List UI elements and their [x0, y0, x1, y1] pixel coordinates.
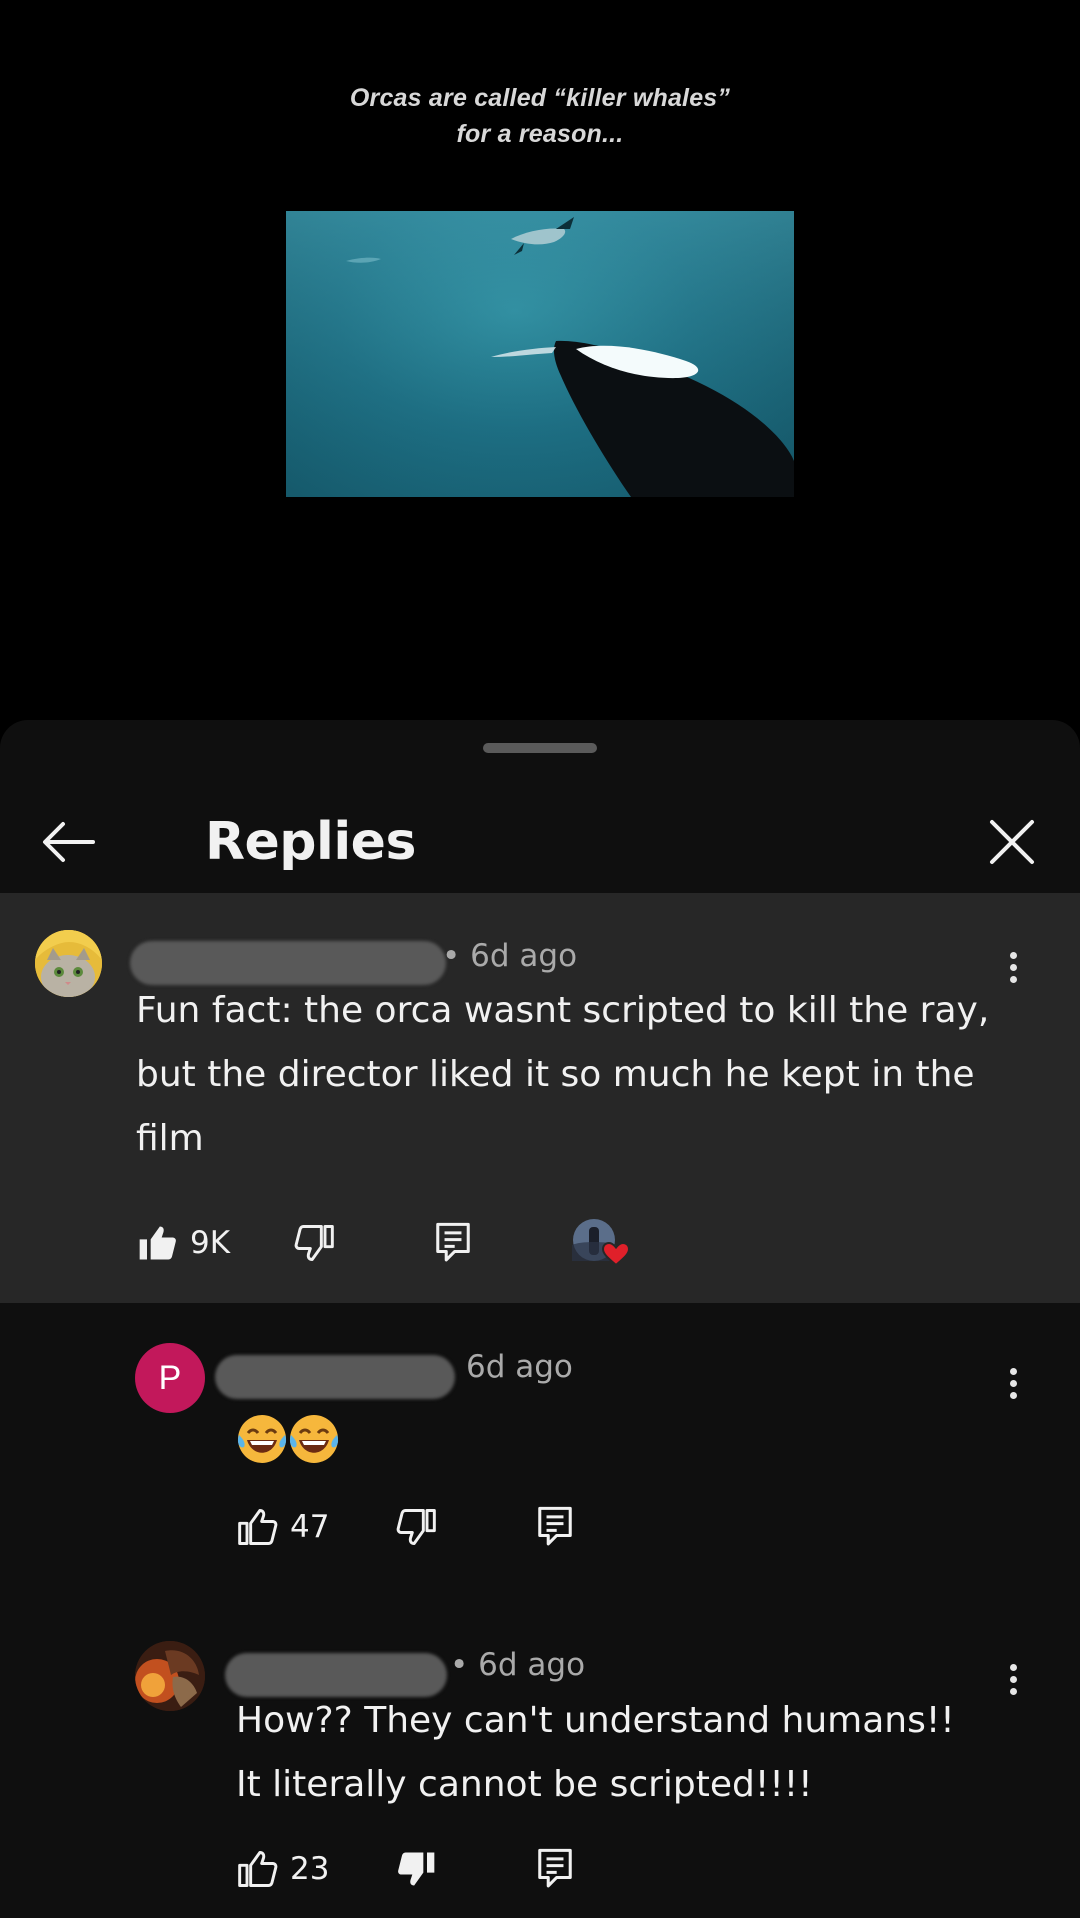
- comment-time: • 6d ago: [442, 938, 578, 974]
- like-button[interactable]: 9K: [136, 1213, 230, 1273]
- parent-comment: • 6d ago Fun fact: the orca wasnt script…: [0, 893, 1080, 1303]
- back-button[interactable]: [33, 806, 105, 878]
- comment-text: How?? They can't understand humans!! It …: [236, 1689, 1036, 1817]
- reply-button[interactable]: [534, 1497, 576, 1557]
- like-count: 47: [290, 1509, 330, 1545]
- dislike-button[interactable]: [292, 1213, 336, 1273]
- comment-text-line-2: It literally cannot be scripted!!!!: [236, 1764, 813, 1805]
- reply-icon: [436, 1222, 470, 1262]
- like-button[interactable]: 23: [236, 1839, 329, 1899]
- dislike-button[interactable]: [394, 1839, 438, 1899]
- thumbs-up-icon: [238, 1509, 278, 1545]
- sheet-header: Replies: [0, 770, 1080, 943]
- comment-text: [236, 1413, 340, 1465]
- thumbs-up-icon: [139, 1226, 176, 1260]
- avatar[interactable]: [35, 930, 102, 997]
- like-count: 23: [290, 1851, 330, 1887]
- thumbs-down-icon: [294, 1225, 334, 1261]
- reply-icon: [538, 1506, 572, 1546]
- comment-time: • 6d ago: [450, 1647, 586, 1683]
- user-avatar-image: [135, 1641, 205, 1711]
- sheet-title: Replies: [205, 812, 416, 872]
- thumbs-up-icon: [238, 1851, 278, 1887]
- avatar[interactable]: P: [135, 1343, 205, 1413]
- dislike-button[interactable]: [394, 1497, 438, 1557]
- avatar-letter: P: [158, 1358, 182, 1397]
- comment-time: 6d ago: [466, 1349, 573, 1385]
- comment-text: Fun fact: the orca wasnt scripted to kil…: [136, 990, 990, 1159]
- cat-avatar-image: [35, 930, 102, 997]
- thumbs-down-icon: [396, 1509, 436, 1545]
- arrow-left-icon: [43, 822, 95, 862]
- close-icon: [990, 820, 1034, 864]
- video-scene: [286, 211, 794, 497]
- comment-actions: 23: [236, 1839, 596, 1899]
- redacted-username: [215, 1355, 455, 1399]
- reply-icon: [538, 1848, 572, 1888]
- avatar[interactable]: [135, 1641, 205, 1711]
- video-caption: Orcas are called “killer whales” for a r…: [0, 80, 1080, 152]
- heart-icon: [601, 1241, 631, 1267]
- like-count: 9K: [190, 1225, 231, 1261]
- caption-line-1: Orcas are called “killer whales”: [349, 84, 731, 112]
- creator-heart-badge: [572, 1219, 631, 1267]
- comment-actions: 9K: [136, 1213, 656, 1273]
- reply-comment: P 6d ago 47: [0, 1303, 1080, 1603]
- comment-menu-button[interactable]: [998, 1363, 1028, 1413]
- thumbs-down-icon: [398, 1852, 435, 1886]
- creator-heart: [572, 1213, 634, 1273]
- laughing-emoji-icon: [237, 1415, 339, 1463]
- close-button[interactable]: [976, 806, 1048, 878]
- comment-text-line-1: How?? They can't understand humans!!: [236, 1700, 955, 1741]
- replies-sheet: Replies • 6d ago Fun fact: the orca wasn…: [0, 720, 1080, 1918]
- reply-button[interactable]: [534, 1839, 576, 1899]
- video-player[interactable]: Orcas are called “killer whales” for a r…: [0, 0, 1080, 720]
- like-button[interactable]: 47: [236, 1497, 329, 1557]
- reply-button[interactable]: [432, 1213, 474, 1273]
- video-frame[interactable]: [286, 211, 794, 497]
- caption-line-2: for a reason...: [456, 120, 624, 148]
- reply-comment: • 6d ago How?? They can't understand hum…: [0, 1603, 1080, 1918]
- drag-handle[interactable]: [483, 743, 597, 753]
- comment-actions: 47: [236, 1497, 596, 1557]
